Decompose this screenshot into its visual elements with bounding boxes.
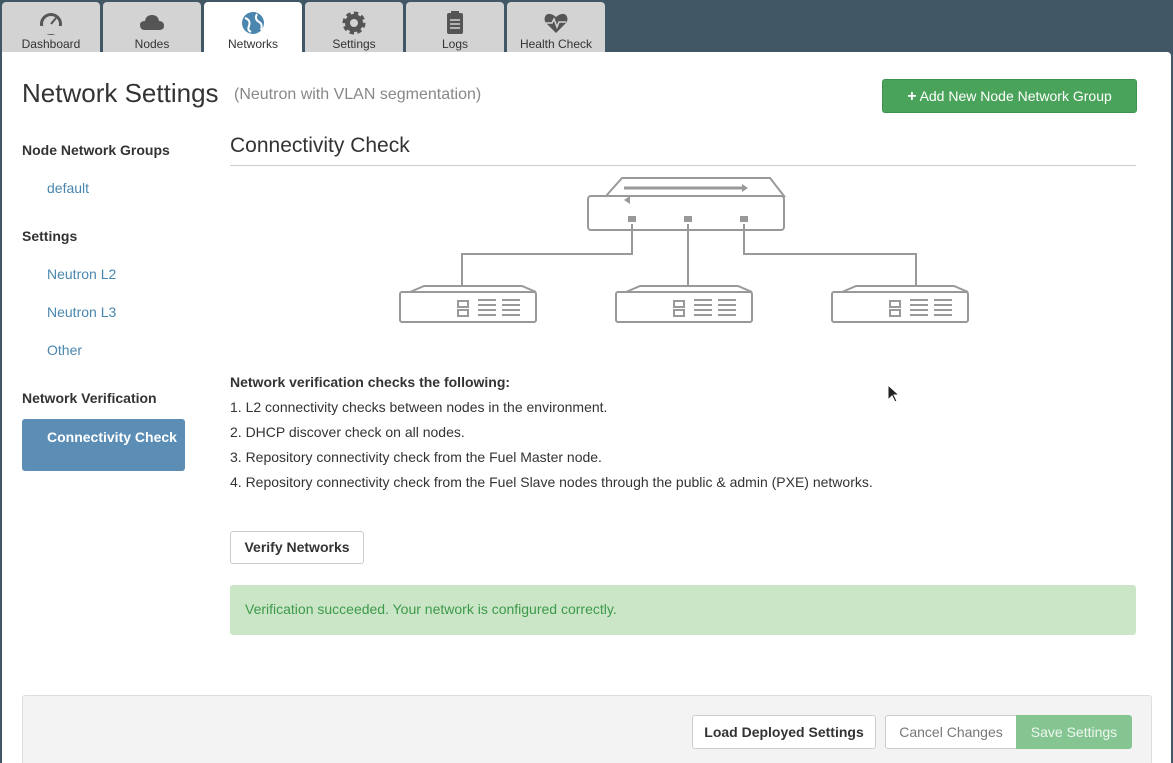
check-item: 4. Repository connectivity check from th… bbox=[230, 474, 873, 490]
add-group-label: Add New Node Network Group bbox=[919, 88, 1112, 104]
cloud-icon bbox=[140, 15, 164, 30]
sidebar-item-other[interactable]: Other bbox=[47, 342, 82, 358]
sidebar-heading-groups: Node Network Groups bbox=[22, 142, 170, 158]
add-node-network-group-button[interactable]: + Add New Node Network Group bbox=[882, 79, 1137, 113]
clipboard-icon bbox=[447, 11, 463, 34]
plus-icon: + bbox=[907, 88, 917, 105]
sidebar-item-neutron-l2[interactable]: Neutron L2 bbox=[47, 266, 116, 282]
section-title: Connectivity Check bbox=[230, 134, 410, 157]
tab-label: Health Check bbox=[519, 37, 593, 51]
page-title: Network Settings bbox=[22, 78, 219, 108]
page-subtitle: (Neutron with VLAN segmentation) bbox=[234, 86, 482, 103]
network-settings-panel: Network Settings (Neutron with VLAN segm… bbox=[2, 52, 1171, 763]
tab-label: Dashboard bbox=[21, 37, 81, 51]
sidebar-item-connectivity-check[interactable]: Connectivity Check bbox=[22, 419, 185, 471]
network-topology-diagram bbox=[399, 177, 969, 323]
server-2 bbox=[615, 285, 753, 323]
cancel-changes-button[interactable]: Cancel Changes bbox=[885, 715, 1017, 749]
verification-success-alert: Verification succeeded. Your network is … bbox=[230, 585, 1136, 635]
globe-icon bbox=[242, 12, 264, 34]
heartbeat-icon bbox=[544, 13, 568, 33]
save-settings-button[interactable]: Save Settings bbox=[1016, 715, 1132, 749]
tab-settings[interactable]: Settings bbox=[305, 2, 403, 52]
check-item: 3. Repository connectivity check from th… bbox=[230, 449, 602, 465]
main-tabs: Dashboard Nodes Networks Settings Logs H… bbox=[0, 0, 1173, 56]
verify-networks-button[interactable]: Verify Networks bbox=[230, 531, 364, 564]
tab-label: Networks bbox=[227, 37, 278, 51]
tab-health-check[interactable]: Health Check bbox=[507, 2, 605, 52]
check-item: 2. DHCP discover check on all nodes. bbox=[230, 424, 465, 440]
gear-icon bbox=[342, 11, 366, 35]
tab-label: Settings bbox=[332, 37, 376, 51]
tab-nodes[interactable]: Nodes bbox=[103, 2, 201, 52]
tab-dashboard[interactable]: Dashboard bbox=[2, 2, 100, 52]
switch-body bbox=[587, 195, 785, 231]
sidebar-item-neutron-l3[interactable]: Neutron L3 bbox=[47, 304, 116, 320]
server-3 bbox=[831, 285, 969, 323]
tab-networks[interactable]: Networks bbox=[204, 2, 302, 56]
load-deployed-settings-button[interactable]: Load Deployed Settings bbox=[692, 715, 876, 749]
sidebar-item-default[interactable]: default bbox=[47, 180, 89, 196]
check-item: 1. L2 connectivity checks between nodes … bbox=[230, 399, 608, 415]
checks-title: Network verification checks the followin… bbox=[230, 374, 511, 390]
tab-label: Nodes bbox=[134, 37, 170, 51]
sidebar-heading-settings: Settings bbox=[22, 228, 78, 244]
mouse-cursor-icon bbox=[887, 384, 901, 403]
tab-label: Logs bbox=[441, 37, 469, 51]
dashboard-gauge-icon bbox=[40, 13, 62, 35]
section-divider bbox=[230, 165, 1136, 166]
settings-footer-toolbar: Load Deployed Settings Cancel Changes Sa… bbox=[22, 695, 1152, 763]
server-1 bbox=[399, 285, 537, 323]
tab-logs[interactable]: Logs bbox=[406, 2, 504, 52]
sidebar-heading-verification: Network Verification bbox=[22, 390, 157, 406]
